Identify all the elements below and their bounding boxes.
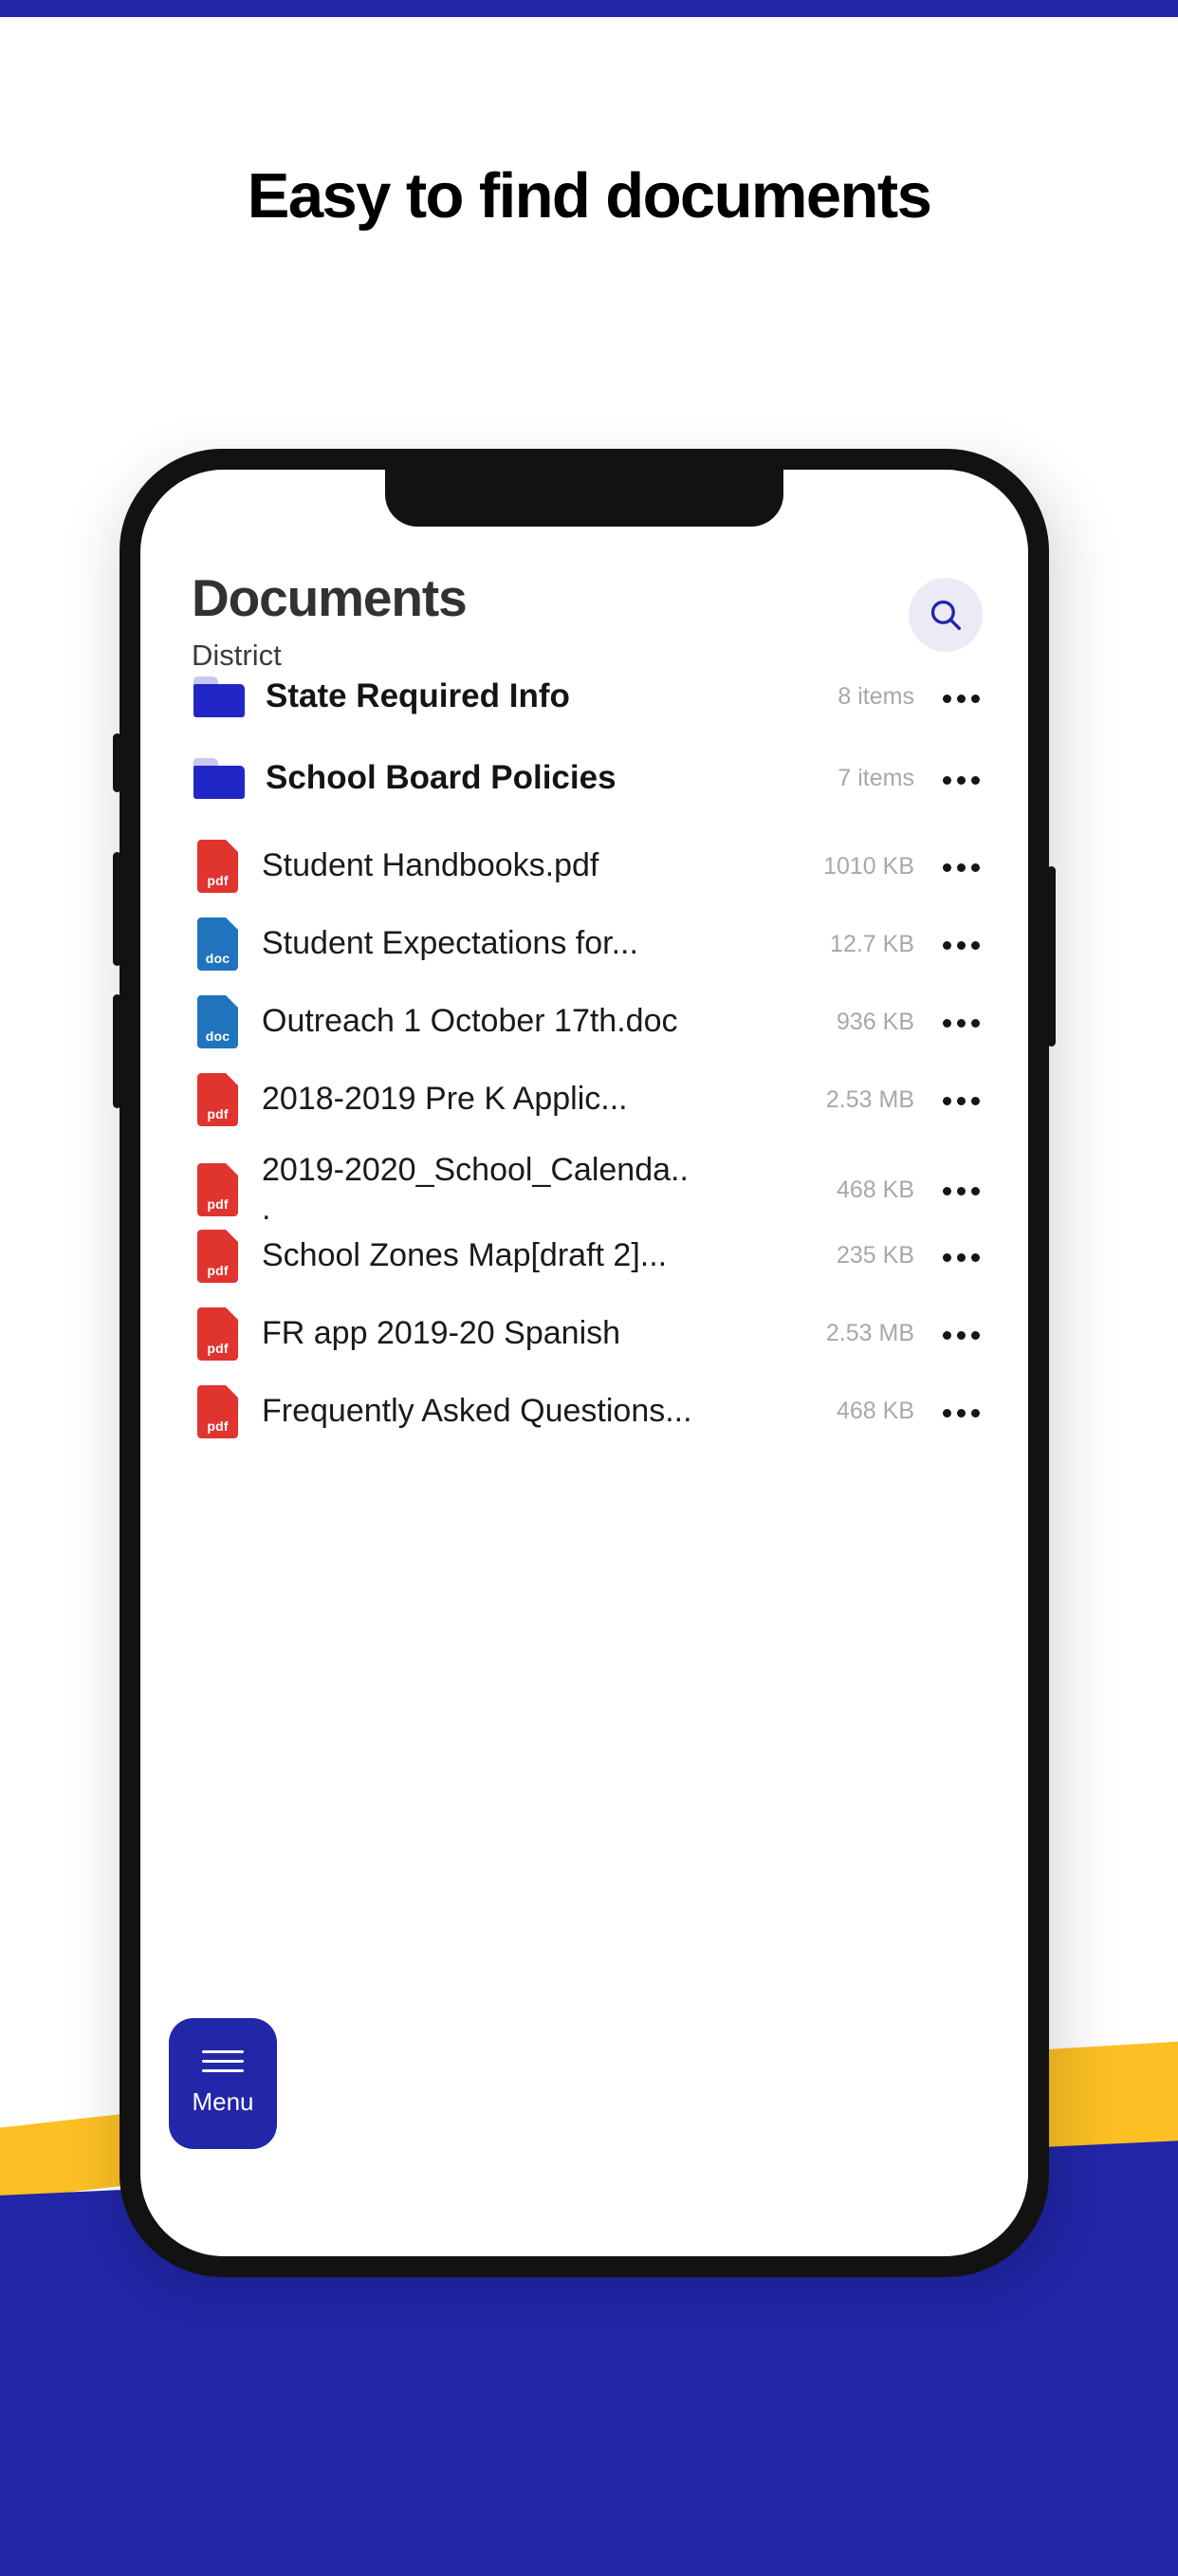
more-options-icon[interactable] [939,1328,983,1340]
pdf-file-icon: pdf [197,1163,238,1217]
menu-button-label: Menu [192,2087,254,2116]
menu-button[interactable]: Menu [169,2018,277,2149]
more-options-icon[interactable] [939,1184,983,1196]
file-extension-label: pdf [207,1196,229,1213]
silent-switch-button[interactable] [113,733,121,792]
row-meta: 936 KB [836,1008,914,1035]
folder-icon [193,676,245,717]
row-icon-wrapper: pdf [190,1073,248,1126]
power-button[interactable] [1047,866,1056,1047]
decorative-blue-band-right-fill [1043,2182,1178,2562]
file-row[interactable]: doc Outreach 1 October 17th.doc 936 KB [140,995,1028,1073]
row-name: 2019-2020_School_Calenda.. . [262,1152,689,1228]
row-icon-wrapper: pdf [190,1384,248,1438]
pdf-file-icon: pdf [197,1384,238,1438]
pdf-file-icon: pdf [197,1307,238,1361]
row-meta: 7 items [837,765,914,791]
file-row[interactable]: pdf Student Handbooks.pdf 1010 KB [140,840,1028,917]
pdf-file-icon: pdf [197,1229,238,1283]
row-name: State Required Info [266,677,570,715]
pdf-file-icon: pdf [197,1073,238,1126]
row-icon-wrapper: doc [190,917,248,971]
search-icon [926,595,966,635]
file-extension-label: pdf [207,1106,229,1121]
folder-icon [193,758,245,799]
row-icon-wrapper [190,676,248,717]
row-content: School Board Policies 7 items [190,758,983,799]
volume-up-button[interactable] [113,852,121,966]
row-content: pdf FR app 2019-20 Spanish 2.53 MB [190,1307,983,1361]
row-content: pdf 2019-2020_School_Calenda.. . 468 KB [190,1151,983,1230]
more-options-icon[interactable] [939,1251,983,1262]
row-meta: 2.53 MB [825,1320,914,1347]
page-subtitle: District [192,639,282,672]
row-icon-wrapper: pdf [190,840,248,893]
row-content: doc Outreach 1 October 17th.doc 936 KB [190,995,983,1048]
phone-notch [385,470,783,527]
file-row[interactable]: pdf 2018-2019 Pre K Applic... 2.53 MB [140,1073,1028,1151]
documents-app: Documents District State Required Info 8 … [140,470,1028,2256]
row-icon-wrapper: pdf [190,1163,248,1217]
file-extension-label: pdf [207,873,229,888]
title-block: Documents District [192,568,468,673]
row-meta: 468 KB [836,1398,914,1425]
doc-file-icon: doc [197,995,238,1048]
row-meta: 12.7 KB [830,930,914,957]
row-meta: 468 KB [836,1176,914,1203]
more-options-icon[interactable] [939,1406,983,1418]
file-row[interactable]: doc Student Expectations for... 12.7 KB [140,917,1028,995]
doc-file-icon: doc [197,917,238,971]
file-extension-label: doc [205,1029,230,1044]
file-row[interactable]: pdf FR app 2019-20 Spanish 2.53 MB [140,1307,1028,1385]
row-content: State Required Info 8 items [190,676,983,717]
more-options-icon[interactable] [939,938,983,950]
row-meta: 2.53 MB [825,1085,914,1113]
row-meta: 8 items [837,683,914,710]
hamburger-icon [202,2050,244,2072]
page-title: Documents [192,568,468,627]
phone-frame: Documents District State Required Info 8 … [113,449,1056,2277]
search-button[interactable] [909,578,983,652]
file-extension-label: pdf [207,1262,229,1278]
folder-row[interactable]: State Required Info 8 items [140,676,1028,758]
page-headline: Easy to find documents [247,160,932,232]
row-content: pdf 2018-2019 Pre K Applic... 2.53 MB [190,1073,983,1126]
more-options-icon[interactable] [939,692,983,703]
phone-screen: Documents District State Required Info 8 … [140,470,1028,2256]
more-options-icon[interactable] [939,861,983,872]
folder-row[interactable]: School Board Policies 7 items [140,758,1028,840]
file-row[interactable]: pdf 2019-2020_School_Calenda.. . 468 KB [140,1151,1028,1230]
row-content: pdf School Zones Map[draft 2]... 235 KB [190,1229,983,1283]
row-name: School Zones Map[draft 2]... [262,1237,668,1274]
more-options-icon[interactable] [939,773,983,785]
row-name: Outreach 1 October 17th.doc [262,1003,678,1040]
pdf-file-icon: pdf [197,840,238,893]
top-accent-bar [0,0,1178,17]
row-name: Student Handbooks.pdf [262,847,599,884]
row-name: FR app 2019-20 Spanish [262,1315,621,1352]
row-content: doc Student Expectations for... 12.7 KB [190,917,983,971]
file-extension-label: pdf [207,1340,229,1356]
more-options-icon[interactable] [939,1094,983,1105]
row-content: pdf Frequently Asked Questions... 468 KB [190,1384,983,1438]
app-header: Documents District [140,572,1028,673]
file-extension-label: doc [205,951,230,966]
row-name: Frequently Asked Questions... [262,1393,692,1430]
row-name: Student Expectations for... [262,925,638,962]
file-row[interactable]: pdf School Zones Map[draft 2]... 235 KB [140,1229,1028,1307]
file-row[interactable]: pdf Frequently Asked Questions... 468 KB [140,1384,1028,1463]
row-meta: 235 KB [836,1242,914,1269]
row-name: 2018-2019 Pre K Applic... [262,1081,628,1118]
row-icon-wrapper: doc [190,995,248,1048]
more-options-icon[interactable] [939,1016,983,1028]
row-icon-wrapper [190,758,248,799]
row-icon-wrapper: pdf [190,1307,248,1361]
volume-down-button[interactable] [113,994,121,1108]
file-extension-label: pdf [207,1418,229,1434]
row-name: School Board Policies [266,759,617,797]
row-meta: 1010 KB [823,852,914,880]
row-icon-wrapper: pdf [190,1229,248,1283]
file-list: State Required Info 8 items School Board P… [140,676,1028,1463]
row-content: pdf Student Handbooks.pdf 1010 KB [190,840,983,893]
